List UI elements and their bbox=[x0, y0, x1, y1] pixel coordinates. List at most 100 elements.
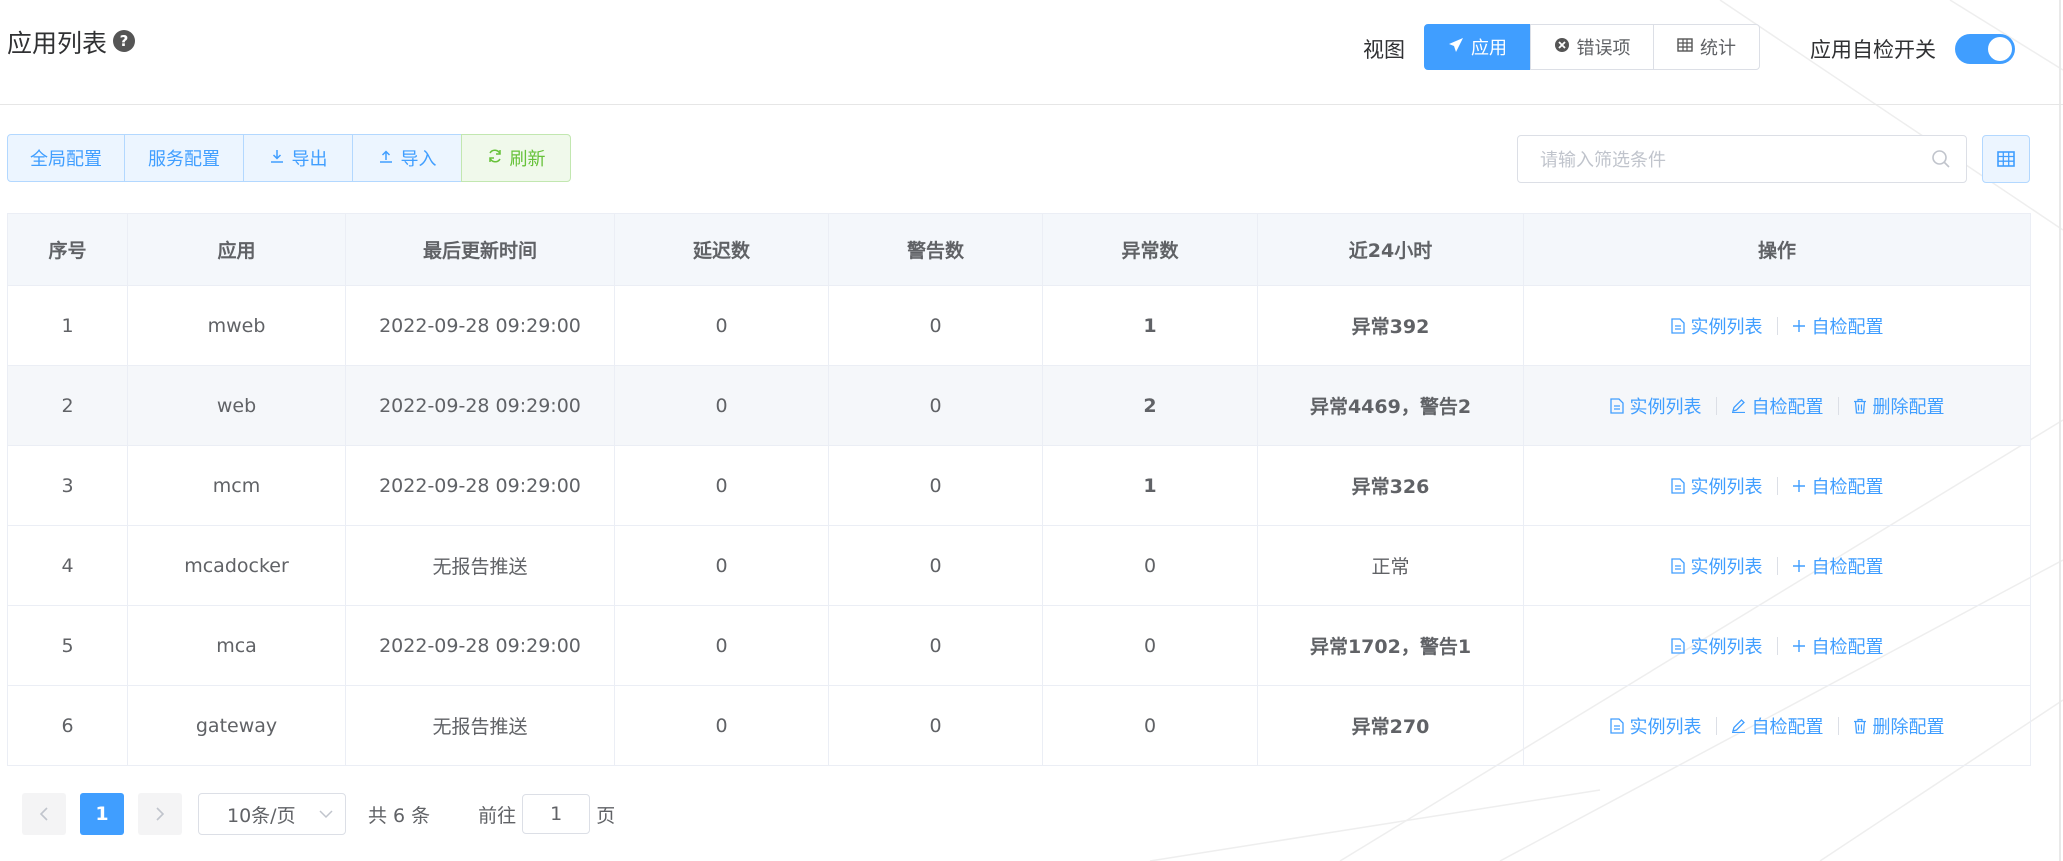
cell-ops: 实例列表 自检配置 bbox=[1523, 285, 2031, 366]
cell-ops: 实例列表 自检配置 删除配置 bbox=[1523, 685, 2031, 766]
instance-list-link[interactable]: 实例列表 bbox=[1670, 473, 1763, 499]
refresh-button[interactable]: 刷新 bbox=[461, 134, 571, 182]
search-icon[interactable] bbox=[1930, 148, 1952, 170]
self-check-config-link[interactable]: 自检配置 bbox=[1792, 553, 1884, 579]
import-button[interactable]: 导入 bbox=[352, 134, 462, 182]
cell-ops: 实例列表 自检配置 bbox=[1523, 445, 2031, 526]
send-icon bbox=[1448, 37, 1464, 57]
document-icon bbox=[1609, 397, 1624, 414]
cell-last24h: 异常326 bbox=[1257, 445, 1524, 526]
document-icon bbox=[1670, 477, 1685, 494]
cell-index: 1 bbox=[7, 285, 128, 366]
edit-icon bbox=[1731, 399, 1745, 413]
tab-errors-label: 错误项 bbox=[1576, 38, 1631, 59]
prev-page-button[interactable] bbox=[22, 793, 66, 835]
cell-ops: 实例列表 自检配置 删除配置 bbox=[1523, 365, 2031, 446]
cell-index: 6 bbox=[7, 685, 128, 766]
goto-label: 前往 bbox=[478, 804, 517, 827]
cell-ops: 实例列表 自检配置 bbox=[1523, 525, 2031, 606]
instance-list-link[interactable]: 实例列表 bbox=[1670, 313, 1763, 339]
plus-icon bbox=[1792, 559, 1805, 572]
table-header-row: 序号 应用 最后更新时间 延迟数 警告数 异常数 近24小时 操作 bbox=[7, 213, 2031, 286]
cell-delay: 0 bbox=[614, 445, 829, 526]
cell-updated: 无报告推送 bbox=[345, 685, 615, 766]
column-header-updated[interactable]: 最后更新时间 bbox=[345, 213, 615, 286]
cell-ops: 实例列表 自检配置 bbox=[1523, 605, 2031, 686]
delete-config-link[interactable]: 删除配置 bbox=[1853, 393, 1945, 419]
table-row: 6 gateway 无报告推送 0 0 0 异常270 实例列表 自检配置 删除… bbox=[7, 685, 2031, 766]
delete-config-link[interactable]: 删除配置 bbox=[1853, 713, 1945, 739]
tab-apps-label: 应用 bbox=[1471, 38, 1507, 59]
column-settings-button[interactable] bbox=[1982, 135, 2030, 183]
cell-index: 3 bbox=[7, 445, 128, 526]
page-size-value: 10条/页 bbox=[227, 804, 296, 827]
column-header-warn[interactable]: 警告数 bbox=[828, 213, 1043, 286]
cell-warn: 0 bbox=[828, 445, 1043, 526]
cell-last24h: 异常1702，警告1 bbox=[1257, 605, 1524, 686]
cell-last24h: 异常4469，警告2 bbox=[1257, 365, 1524, 446]
cell-updated: 2022-09-28 09:29:00 bbox=[345, 285, 615, 366]
x-circle-icon bbox=[1554, 37, 1570, 57]
instance-list-link[interactable]: 实例列表 bbox=[1609, 713, 1702, 739]
column-header-delay[interactable]: 延迟数 bbox=[614, 213, 829, 286]
pagination: 1 10条/页 共 6 条 前往 1 页 bbox=[22, 793, 615, 835]
tab-errors[interactable]: 错误项 bbox=[1530, 24, 1654, 70]
cell-index: 4 bbox=[7, 525, 128, 606]
download-icon bbox=[269, 148, 285, 169]
self-check-config-link[interactable]: 自检配置 bbox=[1792, 313, 1884, 339]
upload-icon bbox=[378, 148, 394, 169]
cell-error: 1 bbox=[1042, 285, 1258, 366]
self-check-config-link[interactable]: 自检配置 bbox=[1792, 473, 1884, 499]
edit-icon bbox=[1731, 719, 1745, 733]
instance-list-link[interactable]: 实例列表 bbox=[1670, 633, 1763, 659]
table-grid-icon bbox=[1997, 151, 2015, 167]
plus-icon bbox=[1792, 319, 1805, 332]
table-row: 4 mcadocker 无报告推送 0 0 0 正常 实例列表 自检配置 bbox=[7, 525, 2031, 606]
column-header-error[interactable]: 异常数 bbox=[1042, 213, 1258, 286]
filter-search-box bbox=[1517, 135, 1967, 183]
self-check-switch[interactable] bbox=[1955, 34, 2015, 64]
global-config-label: 全局配置 bbox=[30, 149, 102, 170]
cell-delay: 0 bbox=[614, 685, 829, 766]
cell-updated: 2022-09-28 09:29:00 bbox=[345, 605, 615, 686]
chevron-down-icon bbox=[319, 810, 333, 819]
question-circle-icon[interactable]: ? bbox=[113, 30, 135, 52]
filter-input[interactable] bbox=[1538, 145, 1922, 175]
export-label: 导出 bbox=[291, 149, 328, 170]
column-header-last24h[interactable]: 近24小时 bbox=[1257, 213, 1524, 286]
column-header-app[interactable]: 应用 bbox=[127, 213, 346, 286]
goto-page-input[interactable]: 1 bbox=[522, 794, 591, 834]
next-page-button[interactable] bbox=[138, 793, 182, 835]
cell-app: mcadocker bbox=[127, 525, 346, 606]
self-check-config-link[interactable]: 自检配置 bbox=[1731, 713, 1824, 739]
view-label: 视图 bbox=[1363, 38, 1405, 62]
cell-app: mca bbox=[127, 605, 346, 686]
cell-last24h: 异常392 bbox=[1257, 285, 1524, 366]
document-icon bbox=[1670, 557, 1685, 574]
service-config-label: 服务配置 bbox=[148, 149, 220, 170]
total-count: 共 6 条 bbox=[368, 804, 431, 827]
export-button[interactable]: 导出 bbox=[243, 134, 353, 182]
service-config-button[interactable]: 服务配置 bbox=[124, 134, 244, 182]
page-number-button[interactable]: 1 bbox=[80, 793, 124, 835]
instance-list-link[interactable]: 实例列表 bbox=[1609, 393, 1702, 419]
cell-last24h: 正常 bbox=[1257, 525, 1524, 606]
self-check-config-link[interactable]: 自检配置 bbox=[1731, 393, 1824, 419]
page-size-select[interactable]: 10条/页 bbox=[198, 793, 346, 835]
cell-index: 5 bbox=[7, 605, 128, 686]
tab-apps[interactable]: 应用 bbox=[1424, 24, 1531, 70]
toolbar: 全局配置 服务配置 导出 导入 刷新 bbox=[7, 134, 571, 184]
table-row: 2 web 2022-09-28 09:29:00 0 0 2 异常4469，警… bbox=[7, 365, 2031, 446]
cell-error: 0 bbox=[1042, 605, 1258, 686]
cell-delay: 0 bbox=[614, 285, 829, 366]
refresh-label: 刷新 bbox=[509, 149, 546, 170]
document-icon bbox=[1670, 637, 1685, 654]
table-row: 3 mcm 2022-09-28 09:29:00 0 0 1 异常326 实例… bbox=[7, 445, 2031, 526]
instance-list-link[interactable]: 实例列表 bbox=[1670, 553, 1763, 579]
global-config-button[interactable]: 全局配置 bbox=[7, 134, 125, 182]
self-check-config-link[interactable]: 自检配置 bbox=[1792, 633, 1884, 659]
column-header-index[interactable]: 序号 bbox=[7, 213, 128, 286]
cell-app: mcm bbox=[127, 445, 346, 526]
tab-stats[interactable]: 统计 bbox=[1653, 24, 1760, 70]
cell-warn: 0 bbox=[828, 525, 1043, 606]
